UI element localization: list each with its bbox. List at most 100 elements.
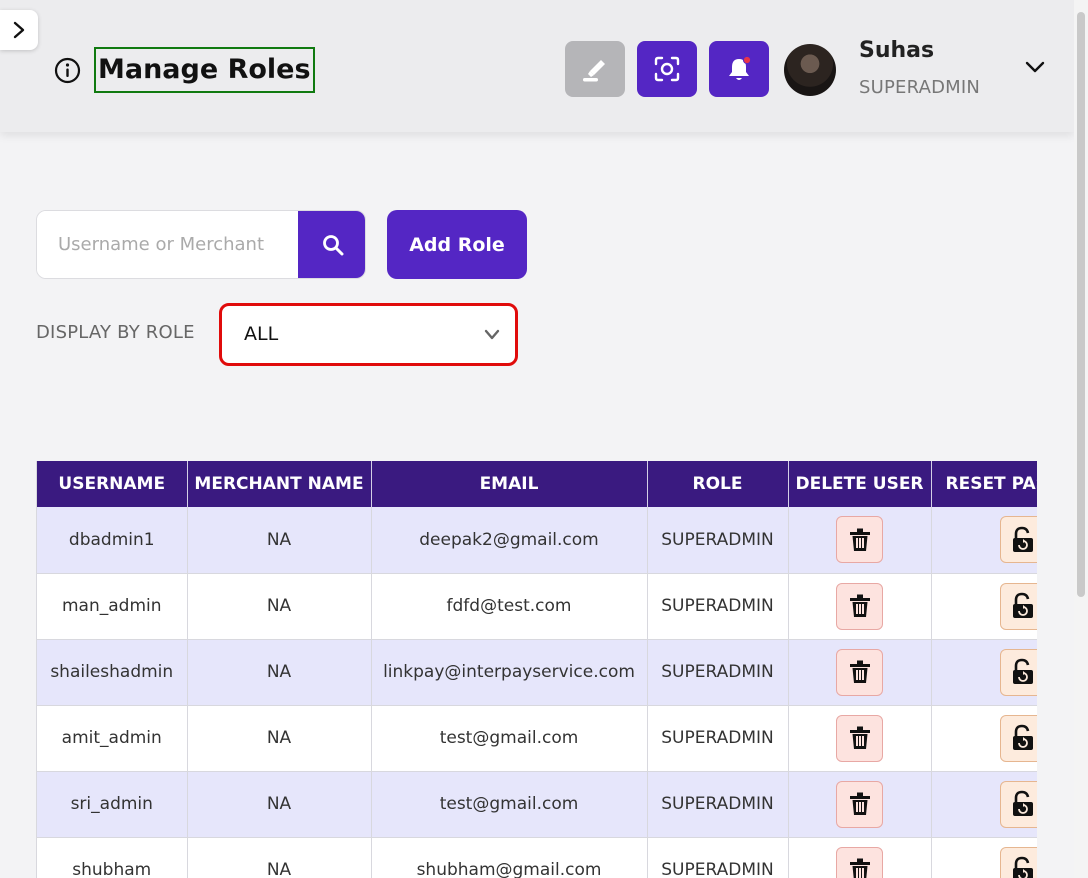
table-row: dbadmin1 NA deepak2@gmail.com SUPERADMIN (37, 507, 1037, 574)
email-cell: shubham@gmail.com (371, 837, 648, 878)
username-cell: shubham (37, 837, 188, 878)
role-cell: SUPERADMIN (647, 507, 789, 574)
table-row: amit_admin NA test@gmail.com SUPERADMIN (37, 705, 1037, 772)
search-input[interactable] (37, 211, 298, 278)
username-cell: amit_admin (37, 705, 188, 772)
table-row: shubham NA shubham@gmail.com SUPERADMIN (37, 837, 1037, 878)
table-header-row: USERNAME MERCHANT NAME EMAIL ROLE DELETE… (37, 461, 1037, 507)
delete-user-button[interactable] (836, 582, 883, 630)
scrollbar-thumb[interactable] (1077, 12, 1085, 597)
delete-user-button[interactable] (836, 780, 883, 828)
merchant-cell: NA (187, 771, 372, 838)
reset-password-button[interactable] (999, 516, 1037, 564)
sidebar-toggle-button[interactable] (0, 10, 38, 50)
email-cell: test@gmail.com (371, 771, 648, 838)
column-header-reset-password[interactable]: RESET PASSWORD (931, 461, 1037, 507)
search-icon (322, 234, 343, 255)
reset-password-button[interactable] (999, 846, 1037, 878)
reset-password-button[interactable] (999, 582, 1037, 630)
chevron-down-icon[interactable] (1024, 58, 1046, 76)
username-cell: shaileshadmin (37, 639, 188, 706)
username-cell: sri_admin (37, 771, 188, 838)
notifications-button[interactable] (709, 41, 769, 97)
chevron-right-icon (13, 21, 25, 39)
merchant-cell: NA (187, 705, 372, 772)
username-cell: man_admin (37, 573, 188, 640)
unlock-icon (1013, 724, 1033, 750)
email-cell: test@gmail.com (371, 705, 648, 772)
delete-cell (788, 837, 932, 878)
role-select[interactable]: ALL (219, 303, 518, 366)
role-select-value: ALL (244, 323, 279, 345)
column-header-role[interactable]: ROLE (647, 461, 789, 507)
search-bar (36, 210, 366, 279)
delete-cell (788, 705, 932, 772)
scan-icon (654, 56, 680, 82)
column-header-email[interactable]: EMAIL (371, 461, 648, 507)
role-cell: SUPERADMIN (647, 837, 789, 878)
reset-cell (931, 507, 1037, 574)
role-cell: SUPERADMIN (647, 705, 789, 772)
merchant-cell: NA (187, 837, 372, 878)
role-cell: SUPERADMIN (647, 573, 789, 640)
trash-icon (849, 594, 870, 617)
table-row: shaileshadmin NA linkpay@interpayservice… (37, 639, 1037, 706)
email-cell: linkpay@interpayservice.com (371, 639, 648, 706)
role-filter-label: DISPLAY BY ROLE (36, 322, 195, 343)
user-role: SUPERADMIN (859, 77, 981, 98)
email-cell: fdfd@test.com (371, 573, 648, 640)
reset-cell (931, 705, 1037, 772)
unlock-icon (1013, 790, 1033, 816)
reset-password-button[interactable] (999, 780, 1037, 828)
delete-cell (788, 507, 932, 574)
scan-button[interactable] (637, 41, 697, 97)
username-cell: dbadmin1 (37, 507, 188, 574)
bell-icon (729, 55, 752, 80)
column-header-merchant-name[interactable]: MERCHANT NAME (187, 461, 372, 507)
trash-icon (849, 528, 870, 551)
merchant-cell: NA (187, 639, 372, 706)
merchant-cell: NA (187, 573, 372, 640)
merchant-cell: NA (187, 507, 372, 574)
user-name: Suhas (859, 38, 935, 63)
avatar[interactable] (784, 44, 836, 96)
unlock-icon (1013, 526, 1033, 552)
unlock-icon (1013, 658, 1033, 684)
delete-cell (788, 573, 932, 640)
delete-cell (788, 771, 932, 838)
email-cell: deepak2@gmail.com (371, 507, 648, 574)
role-cell: SUPERADMIN (647, 639, 789, 706)
delete-user-button[interactable] (836, 714, 883, 762)
highlighter-button[interactable] (565, 41, 625, 97)
notification-dot (742, 55, 752, 65)
trash-icon (849, 858, 870, 878)
reset-password-button[interactable] (999, 648, 1037, 696)
table-row: man_admin NA fdfd@test.com SUPERADMIN (37, 573, 1037, 640)
reset-password-button[interactable] (999, 714, 1037, 762)
info-icon[interactable] (54, 57, 81, 84)
highlighter-icon (583, 60, 605, 82)
column-header-delete-user[interactable]: DELETE USER (788, 461, 932, 507)
delete-user-button[interactable] (836, 516, 883, 564)
reset-cell (931, 639, 1037, 706)
role-cell: SUPERADMIN (647, 771, 789, 838)
trash-icon (849, 792, 870, 815)
trash-icon (849, 726, 870, 749)
unlock-icon (1013, 856, 1033, 878)
delete-user-button[interactable] (836, 648, 883, 696)
search-button[interactable] (298, 211, 365, 278)
reset-cell (931, 837, 1037, 878)
reset-cell (931, 771, 1037, 838)
delete-user-button[interactable] (836, 846, 883, 878)
reset-cell (931, 573, 1037, 640)
chevron-down-icon (484, 329, 500, 340)
unlock-icon (1013, 592, 1033, 618)
top-bar: Manage Roles Suhas SUPERADMIN (0, 0, 1074, 132)
page-title: Manage Roles (94, 47, 315, 93)
trash-icon (849, 660, 870, 683)
column-header-username[interactable]: USERNAME (37, 461, 188, 507)
users-table: USERNAME MERCHANT NAME EMAIL ROLE DELETE… (36, 461, 1037, 878)
table-row: sri_admin NA test@gmail.com SUPERADMIN (37, 771, 1037, 838)
page-scrollbar[interactable] (1074, 0, 1088, 878)
add-role-button[interactable]: Add Role (387, 210, 527, 279)
